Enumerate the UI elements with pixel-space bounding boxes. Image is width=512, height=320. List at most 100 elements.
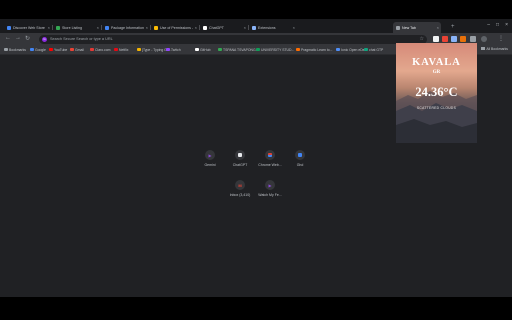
close-icon[interactable]: × bbox=[48, 25, 50, 30]
tab-title: Package Information bbox=[111, 25, 144, 30]
extension-icon[interactable] bbox=[451, 36, 457, 42]
bookmark-star-icon[interactable]: ☆ bbox=[420, 36, 424, 42]
bookmark-item[interactable]: Netflix bbox=[114, 47, 128, 53]
extension-icon[interactable] bbox=[442, 36, 448, 42]
tab-title: New Tab bbox=[402, 25, 416, 30]
close-window-icon[interactable]: × bbox=[505, 22, 508, 28]
extension-icon[interactable] bbox=[460, 36, 466, 42]
bookmark-item[interactable]: Ionic Open eDen bbox=[336, 47, 366, 53]
tab-favicon bbox=[105, 25, 109, 30]
tab-2[interactable]: Package Information × bbox=[102, 22, 150, 33]
profile-avatar[interactable] bbox=[481, 36, 487, 42]
bookmark-favicon bbox=[256, 47, 260, 52]
bookmark-favicon bbox=[195, 47, 199, 52]
bookmark-item[interactable]: YouTube bbox=[49, 47, 67, 53]
bookmark-label: TSPANA TSVAPONG... bbox=[223, 47, 259, 52]
bookmark-favicon bbox=[49, 47, 53, 52]
address-bar[interactable]: G Search Secure Search or type a URL ☆ bbox=[39, 34, 427, 44]
shortcut-label: Ghd bbox=[296, 163, 304, 167]
back-icon[interactable]: ← bbox=[5, 35, 11, 41]
address-bar-placeholder: Search Secure Search or type a URL bbox=[50, 37, 113, 41]
window-controls: – □ × bbox=[487, 22, 508, 28]
bookmark-item[interactable]: Pragmatic Learn to... bbox=[296, 47, 332, 53]
tab-5[interactable]: Extensions × bbox=[249, 22, 297, 33]
shortcut-tile bbox=[235, 150, 245, 160]
bookmark-item[interactable]: Bookmarks bbox=[4, 47, 26, 53]
shortcut-inbox[interactable]: M Inbox (3,410) bbox=[227, 180, 253, 197]
weather-country: GR bbox=[432, 70, 441, 75]
tab-title: Extensions bbox=[258, 25, 276, 30]
folder-icon bbox=[481, 46, 485, 51]
close-icon[interactable]: × bbox=[437, 25, 439, 30]
shortcut-gemini[interactable]: ▶ Gemini bbox=[197, 150, 223, 167]
bookmark-item[interactable]: TSPANA TSVAPONG... bbox=[218, 47, 258, 53]
shortcut-watch[interactable]: ▶ Watch My Fe... bbox=[257, 180, 283, 197]
bookmark-label: Claro.com bbox=[95, 47, 111, 52]
bookmark-item[interactable]: UNIVERSITY STUD... bbox=[256, 47, 294, 53]
bookmark-item[interactable]: Claro.com bbox=[90, 47, 110, 53]
close-icon[interactable]: × bbox=[97, 25, 99, 30]
bookmark-item[interactable]: chat GTP bbox=[364, 47, 383, 53]
close-icon[interactable]: × bbox=[244, 25, 246, 30]
menu-kebab-icon[interactable]: ⋮ bbox=[498, 35, 504, 42]
tab-favicon bbox=[7, 25, 11, 30]
openai-icon bbox=[238, 153, 242, 157]
bookmark-favicon bbox=[70, 47, 74, 52]
bookmark-item[interactable]: Gmail bbox=[70, 47, 84, 53]
shortcut-label: Watch My Fe... bbox=[258, 193, 282, 197]
bar-icon bbox=[298, 153, 302, 157]
new-tab-button[interactable]: + bbox=[451, 24, 455, 30]
tab-strip: Discover Web Store - My docs × Store Lis… bbox=[0, 19, 512, 33]
weather-widget: KAVALA GR 24.36°C SCATTERED CLOUDS bbox=[396, 43, 477, 143]
new-tab-favicon bbox=[396, 25, 400, 30]
play-icon: ▶ bbox=[208, 152, 212, 158]
tab-favicon bbox=[154, 25, 158, 30]
tab-6-active[interactable]: New Tab × bbox=[393, 22, 441, 33]
shortcut-ghd[interactable]: Ghd bbox=[287, 150, 313, 167]
tab-4[interactable]: ChatGPT × bbox=[200, 22, 248, 33]
tab-3[interactable]: Use of Permissions — Chrome × bbox=[151, 22, 199, 33]
shortcut-label: ChatGPT bbox=[232, 163, 248, 167]
all-bookmarks-button[interactable]: All Bookmarks bbox=[481, 47, 508, 51]
tab-favicon bbox=[252, 25, 256, 30]
shortcut-label: Chrome Web... bbox=[258, 163, 282, 167]
webstore-icon bbox=[268, 153, 272, 157]
weather-city: KAVALA bbox=[412, 57, 461, 68]
tab-title: Store Listing bbox=[62, 25, 82, 30]
minimize-icon[interactable]: – bbox=[487, 22, 490, 28]
all-bookmarks-label: All Bookmarks bbox=[486, 46, 508, 51]
bookmark-item[interactable]: GitHub bbox=[195, 47, 211, 53]
bookmark-item[interactable]: Google bbox=[30, 47, 46, 53]
weather-condition: SCATTERED CLOUDS bbox=[416, 106, 457, 110]
close-icon[interactable]: × bbox=[293, 25, 295, 30]
shortcut-tile: ▶ bbox=[265, 180, 275, 190]
bookmark-favicon bbox=[137, 47, 141, 52]
puzzle-icon[interactable] bbox=[470, 36, 476, 42]
browser-window: Discover Web Store - My docs × Store Lis… bbox=[0, 19, 512, 297]
bookmark-label: Gmail bbox=[75, 47, 84, 52]
shortcut-label: Inbox (3,410) bbox=[229, 193, 251, 197]
extension-icon[interactable] bbox=[433, 36, 439, 42]
maximize-icon[interactable]: □ bbox=[496, 22, 499, 28]
bookmark-item[interactable]: Twitch bbox=[166, 47, 181, 53]
reload-icon[interactable]: ↻ bbox=[25, 35, 30, 42]
bookmark-favicon bbox=[336, 47, 340, 52]
tab-title: Discover Web Store - My docs bbox=[13, 25, 46, 30]
tab-1[interactable]: Store Listing × bbox=[53, 22, 101, 33]
shortcut-label: Gemini bbox=[204, 163, 216, 167]
forward-icon[interactable]: → bbox=[15, 35, 21, 41]
bookmark-label: chat GTP bbox=[369, 47, 384, 52]
shortcut-chatgpt[interactable]: ChatGPT bbox=[227, 150, 253, 167]
bookmark-label: Bookmarks bbox=[9, 47, 26, 52]
shortcut-chrome-web-store[interactable]: Chrome Web... bbox=[257, 150, 283, 167]
tab-favicon bbox=[56, 25, 60, 30]
play-icon: ▶ bbox=[268, 182, 272, 188]
close-icon[interactable]: × bbox=[195, 25, 197, 30]
bookmarks-icon bbox=[4, 47, 8, 52]
bookmark-favicon bbox=[218, 47, 222, 52]
bookmark-label: Netflix bbox=[119, 47, 129, 52]
close-icon[interactable]: × bbox=[146, 25, 148, 30]
gmail-icon: M bbox=[238, 182, 242, 188]
bookmark-favicon bbox=[166, 47, 170, 52]
tab-0[interactable]: Discover Web Store - My docs × bbox=[4, 22, 52, 33]
